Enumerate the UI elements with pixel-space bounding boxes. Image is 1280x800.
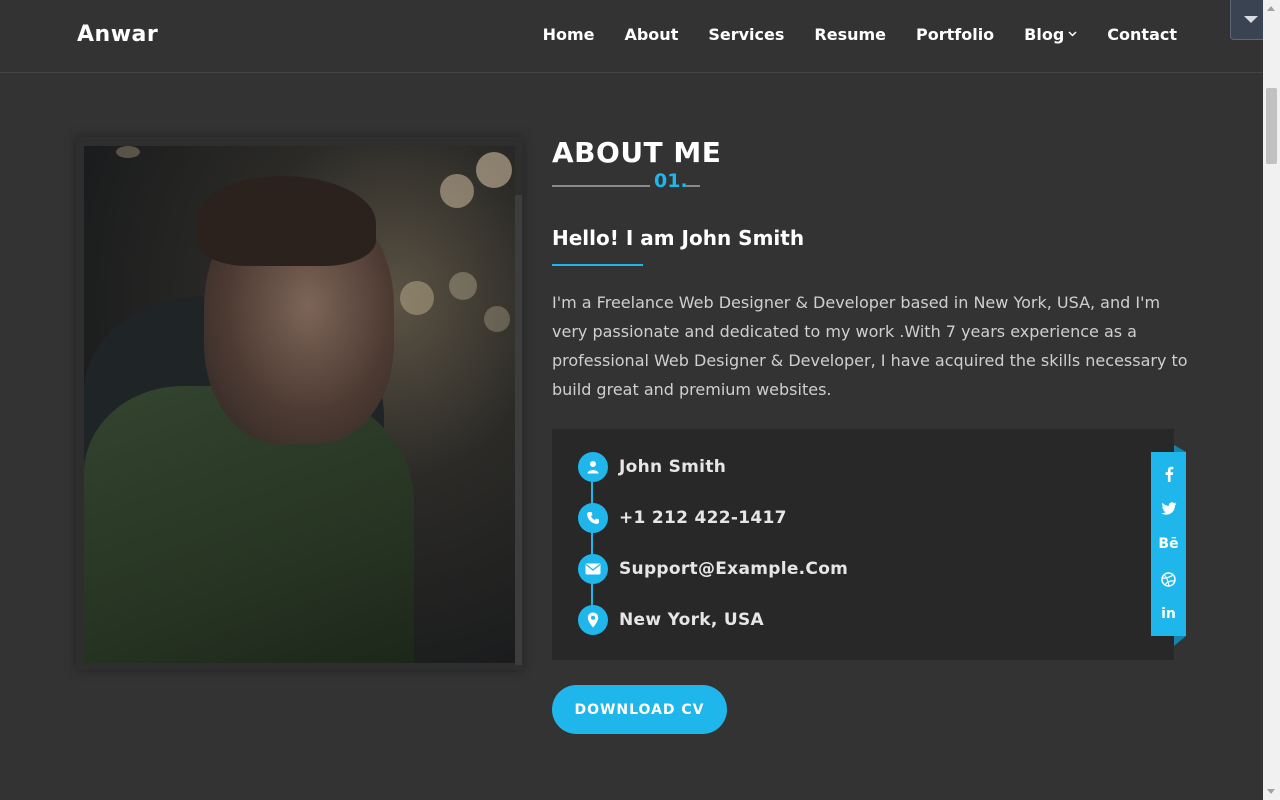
- profile-photo: [84, 146, 515, 663]
- facebook-icon[interactable]: [1157, 462, 1181, 486]
- linkedin-glyph: in: [1161, 606, 1176, 623]
- info-email-text: Support@Example.Com: [619, 559, 849, 579]
- behance-glyph: Bē: [1158, 535, 1179, 552]
- info-location: New York, USA: [578, 605, 764, 635]
- bokeh-light: [484, 306, 510, 332]
- behance-icon[interactable]: Bē: [1157, 532, 1181, 556]
- person-hair: [196, 176, 376, 266]
- info-location-text: New York, USA: [619, 610, 764, 630]
- main-nav: Home About Services Resume Portfolio Blo…: [513, 25, 1177, 44]
- nav-portfolio[interactable]: Portfolio: [916, 25, 994, 44]
- bokeh-light: [449, 272, 477, 300]
- nav-blog[interactable]: Blog: [1024, 25, 1077, 44]
- social-links-bar: Bē in: [1151, 452, 1186, 636]
- caret-down-icon: [1244, 16, 1258, 23]
- chevron-down-icon: [1068, 29, 1077, 40]
- page: Anwar Home About Services Resume Portfol…: [0, 0, 1280, 800]
- site-header: Anwar Home About Services Resume Portfol…: [0, 0, 1263, 73]
- phone-icon: [578, 503, 608, 533]
- info-phone: +1 212 422-1417: [578, 503, 787, 533]
- nav-blog-label: Blog: [1024, 25, 1065, 44]
- scrollbar-thumb[interactable]: [1266, 88, 1277, 164]
- bokeh-light: [476, 152, 512, 188]
- info-name-text: John Smith: [619, 457, 727, 477]
- greeting-underline: [552, 264, 643, 266]
- linkedin-icon[interactable]: in: [1157, 602, 1181, 626]
- bokeh-light: [116, 146, 140, 158]
- social-ribbon-fold-top: [1174, 445, 1186, 452]
- scroll-down-arrow-icon[interactable]: [1267, 789, 1275, 794]
- bio-paragraph: I'm a Freelance Web Designer & Developer…: [552, 293, 1188, 399]
- user-icon: [578, 452, 608, 482]
- twitter-icon[interactable]: [1157, 497, 1181, 521]
- page-scrollbar[interactable]: [1263, 0, 1280, 800]
- envelope-icon: [578, 554, 608, 584]
- nav-home[interactable]: Home: [543, 25, 595, 44]
- scroll-up-arrow-icon[interactable]: [1267, 6, 1275, 11]
- info-email: Support@Example.Com: [578, 554, 848, 584]
- title-divider-left: [552, 185, 650, 187]
- nav-contact[interactable]: Contact: [1107, 25, 1177, 44]
- section-title: ABOUT ME: [552, 136, 722, 169]
- nav-about[interactable]: About: [624, 25, 678, 44]
- nav-resume[interactable]: Resume: [814, 25, 886, 44]
- info-timeline-line: [591, 470, 593, 620]
- info-name: John Smith: [578, 452, 726, 482]
- site-logo[interactable]: Anwar: [77, 22, 158, 47]
- info-phone-text: +1 212 422-1417: [619, 508, 787, 528]
- map-marker-icon: [578, 605, 608, 635]
- dribbble-icon[interactable]: [1157, 567, 1181, 591]
- section-number: 01.: [654, 170, 688, 192]
- download-cv-button[interactable]: DOWNLOAD CV: [552, 685, 727, 734]
- bokeh-light: [440, 174, 474, 208]
- nav-services[interactable]: Services: [708, 25, 784, 44]
- title-divider-right: [686, 185, 700, 187]
- photo-frame-edge: [515, 195, 522, 665]
- greeting-heading: Hello! I am John Smith: [552, 226, 805, 250]
- bokeh-light: [400, 281, 434, 315]
- social-ribbon-fold-bottom: [1174, 636, 1186, 646]
